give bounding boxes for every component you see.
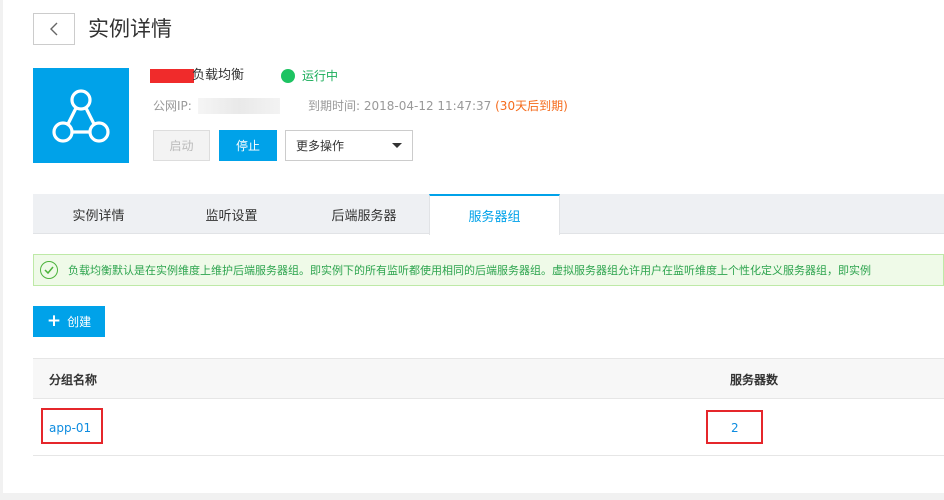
notice-text: 负载均衡默认是在实例维度上维护后端服务器组。即实例下的所有监听都使用相同的后端服… — [68, 264, 871, 277]
create-label: 创建 — [67, 315, 92, 329]
highlight-box — [41, 408, 103, 444]
back-button[interactable] — [33, 13, 75, 45]
more-actions-dropdown[interactable]: 更多操作 — [285, 130, 413, 161]
expire-time: 到期时间: 2018-04-12 11:47:37 (30天后到期) — [308, 98, 568, 114]
load-balancer-icon — [33, 68, 129, 163]
status-dot-icon — [281, 69, 295, 83]
table-row: app-01 2 — [33, 399, 944, 456]
public-ip-label: 公网IP: — [153, 99, 192, 113]
expire-warning: (30天后到期) — [495, 99, 568, 113]
tab-backend-servers[interactable]: 后端服务器 — [299, 194, 429, 234]
column-group-name: 分组名称 — [49, 373, 98, 387]
instance-name: 负载均衡 — [192, 68, 245, 83]
tab-bar: 实例详情 监听设置 后端服务器 服务器组 — [33, 194, 944, 235]
highlight-box — [706, 410, 763, 444]
tab-instance-details[interactable]: 实例详情 — [33, 194, 164, 234]
instance-status: 运行中 — [302, 69, 339, 83]
check-circle-icon — [40, 261, 58, 279]
start-button[interactable]: 启动 — [153, 130, 210, 161]
plus-icon: + — [46, 311, 62, 331]
expire-time-text: 到期时间: 2018-04-12 11:47:37 — [308, 99, 496, 113]
tab-server-groups[interactable]: 服务器组 — [429, 194, 560, 235]
chevron-left-icon — [50, 22, 58, 36]
info-notice: 负载均衡默认是在实例维度上维护后端服务器组。即实例下的所有监听都使用相同的后端服… — [33, 254, 944, 286]
column-server-count: 服务器数 — [730, 373, 779, 387]
redacted-name — [150, 69, 194, 83]
tab-listener-settings[interactable]: 监听设置 — [164, 194, 299, 234]
content-panel: 实例详情 负载均衡 运行中 公网IP: 到期时间: 2018-04-12 11:… — [3, 0, 944, 493]
table-header: 分组名称 服务器数 — [33, 358, 944, 399]
redacted-ip — [198, 98, 280, 114]
page-title: 实例详情 — [88, 17, 172, 41]
more-actions-label: 更多操作 — [296, 139, 345, 153]
stop-button[interactable]: 停止 — [219, 130, 277, 161]
create-button[interactable]: + 创建 — [33, 306, 105, 337]
caret-down-icon — [392, 143, 402, 148]
